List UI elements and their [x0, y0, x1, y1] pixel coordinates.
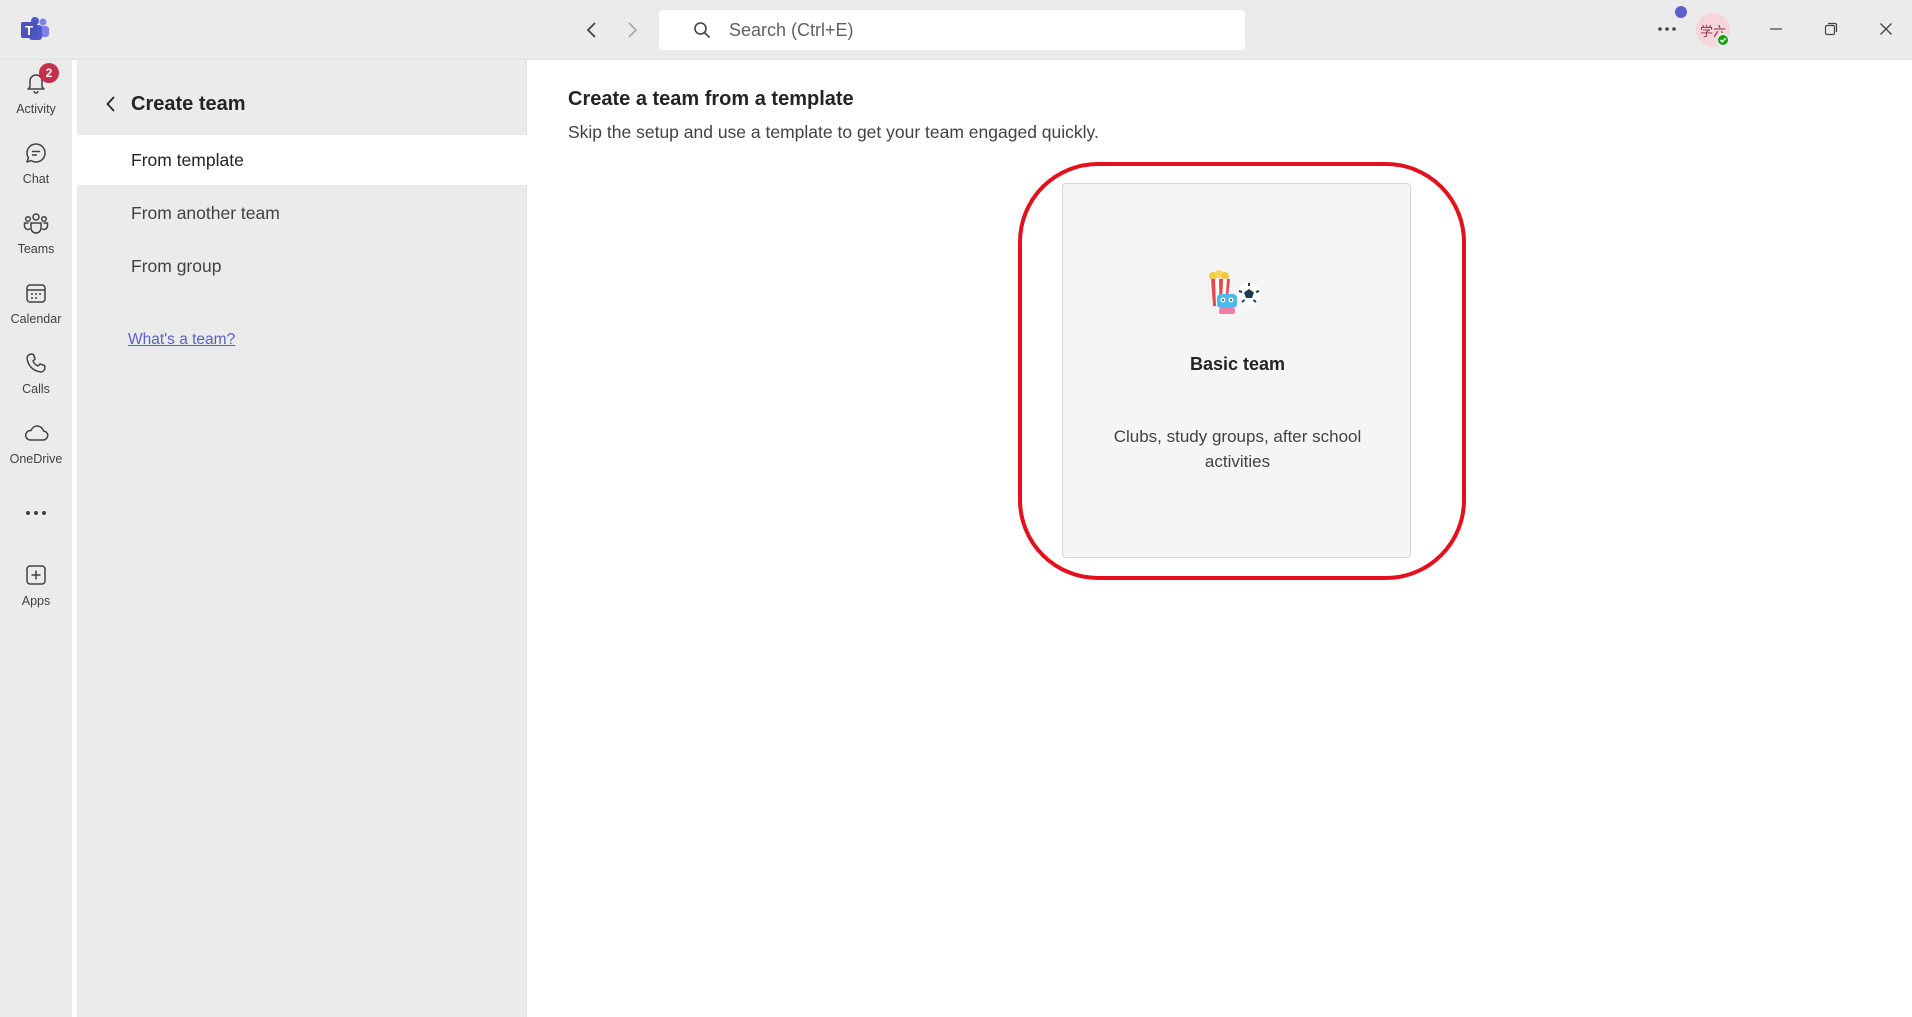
- rail-item-activity[interactable]: 2 Activity: [0, 63, 72, 132]
- restore-window-icon[interactable]: [1816, 14, 1846, 44]
- whats-a-team-link[interactable]: What's a team?: [128, 331, 235, 349]
- create-team-panel: Create team From template From another t…: [77, 60, 527, 1017]
- svg-text:T: T: [25, 23, 33, 38]
- more-options-icon[interactable]: [1652, 14, 1682, 44]
- rail-label-apps: Apps: [21, 594, 51, 608]
- page-title: Create a team from a template: [568, 88, 854, 110]
- cloud-icon: [21, 418, 51, 448]
- rail-item-apps[interactable]: Apps: [0, 560, 72, 624]
- main-content: Create a team from a template Skip the s…: [528, 60, 1912, 1017]
- bell-icon: 2: [21, 63, 59, 98]
- rail-label-onedrive: OneDrive: [9, 452, 63, 466]
- rail-item-onedrive[interactable]: OneDrive: [0, 418, 72, 482]
- rail-item-chat[interactable]: Chat: [0, 138, 72, 202]
- option-from-group[interactable]: From group: [77, 241, 527, 291]
- calendar-icon: [21, 278, 51, 308]
- rail-label-activity: Activity: [16, 102, 56, 116]
- rail-label-teams: Teams: [17, 242, 55, 256]
- teams-icon: [21, 208, 51, 238]
- forward-arrow-icon[interactable]: [620, 18, 644, 42]
- template-description: Clubs, study groups, after school activi…: [1113, 427, 1362, 471]
- option-from-another-team[interactable]: From another team: [77, 188, 527, 238]
- rail-item-teams[interactable]: Teams: [0, 208, 72, 272]
- activity-badge: 2: [39, 63, 59, 83]
- minimize-icon[interactable]: [1761, 14, 1791, 44]
- option-from-template[interactable]: From template: [77, 135, 527, 185]
- add-apps-icon: [21, 560, 51, 590]
- back-arrow-icon[interactable]: [580, 18, 604, 42]
- more-horizontal-icon: [21, 498, 51, 528]
- rail-item-calls[interactable]: Calls: [0, 348, 72, 412]
- close-icon[interactable]: [1871, 14, 1901, 44]
- rail-label-calendar: Calendar: [10, 312, 62, 326]
- chat-icon: [21, 138, 51, 168]
- search-input[interactable]: Search (Ctrl+E): [659, 10, 1245, 50]
- teams-logo-icon[interactable]: T: [20, 16, 50, 42]
- rail-label-calls: Calls: [22, 382, 50, 396]
- app-rail: 2 Activity Chat Teams Calendar Calls One…: [0, 60, 72, 1017]
- page-subtitle: Skip the setup and use a template to get…: [568, 122, 1099, 142]
- rail-item-calendar[interactable]: Calendar: [0, 278, 72, 342]
- template-title: Basic team: [1189, 354, 1286, 374]
- phone-icon: [21, 348, 51, 378]
- notification-dot: [1675, 6, 1687, 18]
- title-bar: T Search (Ctrl+E) 学六: [0, 0, 1912, 60]
- rail-label-chat: Chat: [22, 172, 50, 186]
- rail-item-more[interactable]: [0, 498, 72, 538]
- panel-title: Create team: [131, 92, 246, 115]
- panel-header: Create team: [77, 84, 527, 124]
- popcorn-soccer-icon: [1203, 270, 1269, 322]
- template-card-basic-team[interactable]: Basic team Clubs, study groups, after sc…: [1062, 183, 1411, 558]
- search-icon: [691, 19, 713, 41]
- presence-available-icon: [1716, 33, 1730, 47]
- back-chevron-icon[interactable]: [99, 92, 123, 116]
- search-placeholder: Search (Ctrl+E): [729, 19, 854, 40]
